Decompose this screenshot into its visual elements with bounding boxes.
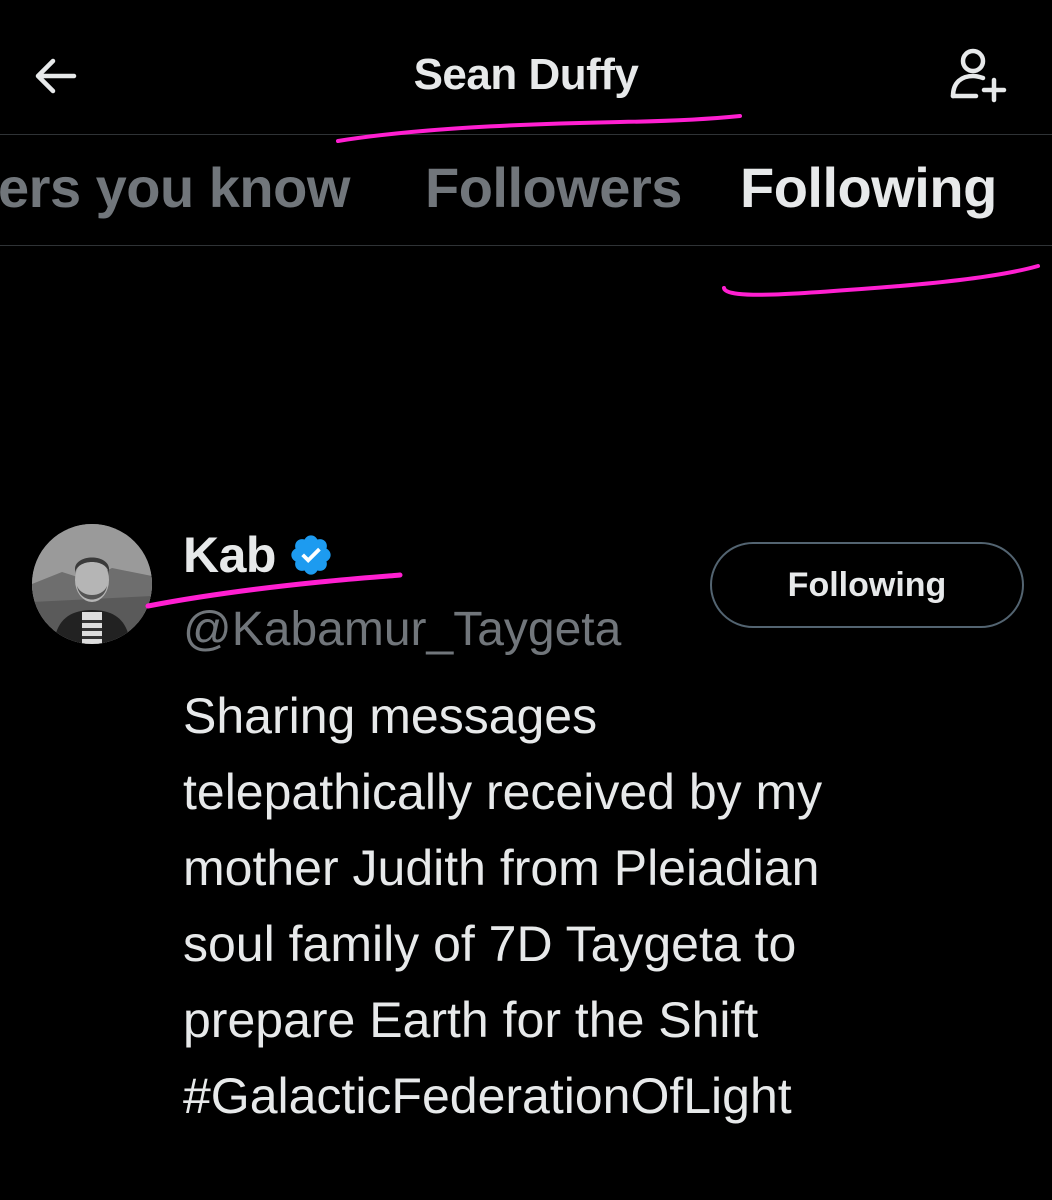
- tab-bar: ers you know Followers Following: [0, 135, 1052, 245]
- user-bio: Sharing messages telepathically received…: [183, 688, 823, 1124]
- tabs-divider: [0, 245, 1052, 246]
- tab-label: ers you know: [0, 156, 350, 219]
- page-title: Sean Duffy: [413, 50, 639, 99]
- tab-followers-you-know[interactable]: ers you know: [0, 155, 372, 220]
- underline-following-tab: [722, 264, 1040, 297]
- user-list-item[interactable]: Kab @Kabamur_Taygeta Following Sharing m…: [0, 520, 1052, 1124]
- avatar-image: [32, 524, 152, 644]
- tab-followers[interactable]: Followers: [425, 155, 682, 220]
- tab-following[interactable]: Following: [740, 155, 997, 220]
- user-name-line[interactable]: Kab: [183, 526, 334, 584]
- add-user-button[interactable]: [940, 40, 1016, 112]
- following-button[interactable]: Following: [710, 542, 1024, 628]
- display-name: Kab: [183, 527, 276, 583]
- avatar[interactable]: [32, 524, 152, 644]
- verified-badge-icon: [291, 535, 331, 575]
- user-handle[interactable]: @Kabamur_Taygeta: [183, 602, 621, 657]
- person-add-icon: [950, 48, 1007, 103]
- top-app-bar: Sean Duffy: [0, 0, 1052, 134]
